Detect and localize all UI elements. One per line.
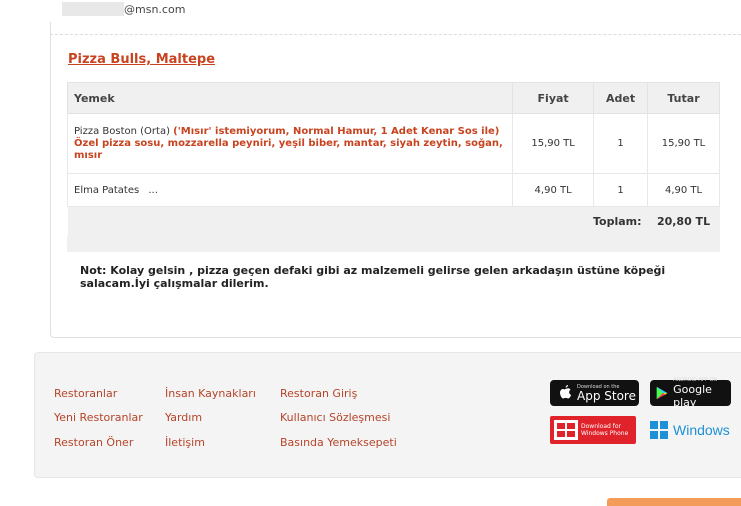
order-table: Yemek Fiyat Adet Tutar Pizza Boston (Ort… xyxy=(66,82,720,236)
item-total: 4,90 TL xyxy=(647,173,720,207)
account-email-row: @msn.com xyxy=(62,0,185,18)
col-header-qty: Adet xyxy=(593,82,649,114)
total-label: Toplam: xyxy=(512,206,648,236)
item-qty: 1 xyxy=(593,113,649,174)
item-cell: Pizza Boston (Orta) ('Mısır' istemiyorum… xyxy=(66,113,514,174)
item-price: 15,90 TL xyxy=(512,113,595,174)
windows-text: Windows xyxy=(673,422,730,438)
account-email: @msn.com xyxy=(124,2,186,16)
footer-link-kullanici-sozlesmesi[interactable]: Kullanıcı Sözleşmesi xyxy=(280,411,390,424)
table-row: Pizza Boston (Orta) ('Mısır' istemiyorum… xyxy=(66,113,720,174)
footer-link-iletisim[interactable]: İletişim xyxy=(165,436,205,449)
item-total: 15,90 TL xyxy=(647,113,720,174)
table-row: Elma Patates ... 4,90 TL 1 4,90 TL xyxy=(66,173,720,207)
restaurant-name-link[interactable]: Pizza Bulls, Maltepe xyxy=(68,52,215,67)
windows-phone-text: Download for Windows Phone xyxy=(581,423,629,437)
email-redacted-mask xyxy=(62,2,124,16)
footer-link-yeni-restoranlar[interactable]: Yeni Restoranlar xyxy=(54,411,143,424)
col-header-price: Fiyat xyxy=(512,82,595,114)
bottom-orange-button[interactable] xyxy=(607,498,741,506)
col-header-item: Yemek xyxy=(66,82,514,114)
app-store-text: App Store xyxy=(577,388,636,403)
app-store-badge[interactable]: Download on the App Store xyxy=(550,380,639,406)
windows-badge[interactable]: Windows xyxy=(650,418,734,442)
item-price: 4,90 TL xyxy=(512,173,595,207)
apple-icon xyxy=(560,385,572,399)
item-name: Pizza Boston (Orta) xyxy=(74,125,170,137)
total-value: 20,80 TL xyxy=(647,206,720,236)
google-play-icon xyxy=(656,386,668,400)
windows-phone-icon xyxy=(554,420,578,440)
table-header-row: Yemek Fiyat Adet Tutar xyxy=(66,82,720,114)
order-note: Not: Kolay gelsin , pizza geçen defaki g… xyxy=(80,264,666,290)
item-cell: Elma Patates ... xyxy=(66,173,514,207)
item-options: ... xyxy=(148,184,158,196)
col-header-total: Tutar xyxy=(647,82,720,114)
item-extras: Özel pizza sosu, mozzarella peyniri, yeş… xyxy=(74,137,503,161)
windows-logo-icon xyxy=(650,421,668,439)
table-footer-bar xyxy=(67,236,720,252)
item-qty: 1 xyxy=(593,173,649,207)
footer-link-restoran-giris[interactable]: Restoran Giriş xyxy=(280,387,357,400)
total-row: Toplam: 20,80 TL xyxy=(67,206,720,236)
footer-link-yardim[interactable]: Yardım xyxy=(165,411,202,424)
footer-link-insan-kaynaklari[interactable]: İnsan Kaynakları xyxy=(165,387,256,400)
windows-phone-badge[interactable]: Download for Windows Phone xyxy=(550,416,636,444)
footer-link-basinda-yemeksepeti[interactable]: Basında Yemeksepeti xyxy=(280,436,397,449)
footer-link-restoranlar[interactable]: Restoranlar xyxy=(54,387,117,400)
item-options: ('Mısır' istemiyorum, Normal Hamur, 1 Ad… xyxy=(173,125,500,137)
item-name: Elma Patates xyxy=(74,184,140,196)
google-play-text: Google play xyxy=(673,383,712,409)
card-divider xyxy=(50,34,741,35)
footer-link-restoran-oner[interactable]: Restoran Öner xyxy=(54,436,133,449)
google-play-badge[interactable]: ANDROID APP ON Google play xyxy=(650,377,731,409)
